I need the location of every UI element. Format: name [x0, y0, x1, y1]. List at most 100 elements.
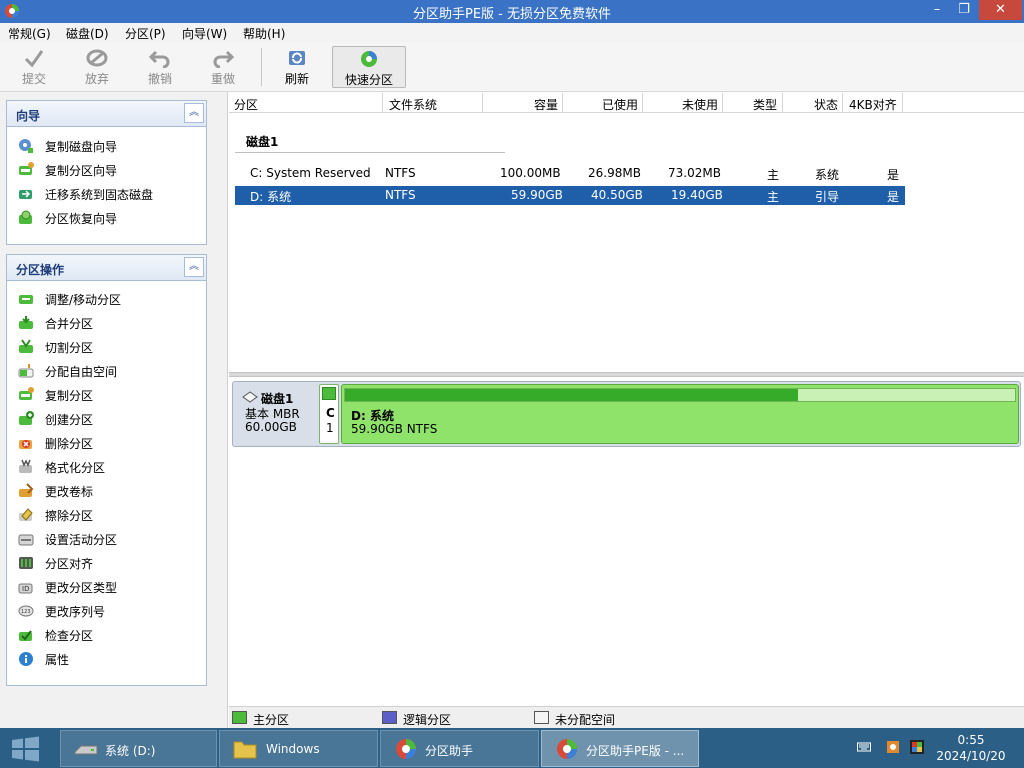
display-tray-icon[interactable]: [910, 740, 924, 754]
column-divider: [642, 93, 643, 112]
quick-partition-icon: [361, 51, 377, 67]
collapse-icon[interactable]: ︽: [184, 257, 204, 277]
minimize-button[interactable]: –: [924, 0, 950, 20]
operations-panel: 分区操作 ︽ 调整/移动分区 合并分区 切割分区 分配自由空间 复制分区 创建分…: [6, 254, 207, 686]
change-type-icon: ID: [18, 583, 33, 594]
windows-start-icon[interactable]: [10, 736, 41, 762]
task-partition-assistant[interactable]: 分区助手: [380, 730, 539, 767]
svg-text:123: 123: [21, 609, 31, 615]
migrate-os-icon: [19, 190, 32, 199]
column-type[interactable]: 类型: [753, 96, 777, 113]
column-status[interactable]: 状态: [814, 96, 838, 113]
column-header: 分区 文件系统 容量 已使用 未使用 类型 状态 4KB对齐: [229, 92, 1024, 113]
usage-bar: [322, 387, 336, 400]
partition-block-c[interactable]: C 1: [319, 384, 339, 444]
discard-button[interactable]: 放弃: [72, 46, 122, 88]
commit-button[interactable]: 提交: [9, 46, 59, 88]
merge-icon: [19, 316, 33, 329]
folder-icon: [233, 741, 257, 759]
legend-swatch: [232, 711, 247, 724]
op-check-partition[interactable]: 检查分区: [18, 625, 204, 645]
disk-group-divider: [235, 152, 505, 153]
copy-partition-icon: [19, 162, 34, 175]
op-wipe-partition[interactable]: 擦除分区: [18, 505, 204, 525]
op-create-partition[interactable]: 创建分区: [18, 409, 204, 429]
column-divider: [482, 93, 483, 112]
discard-icon: [86, 49, 108, 67]
menu-disk[interactable]: 磁盘(D): [66, 25, 109, 42]
menu-general[interactable]: 常规(G): [8, 25, 51, 42]
column-partition[interactable]: 分区: [234, 96, 258, 113]
legend-swatch: [382, 711, 397, 724]
pane-splitter[interactable]: [229, 372, 1024, 377]
usage-track: [344, 388, 1016, 402]
redo-button[interactable]: 重做: [198, 46, 248, 88]
clock[interactable]: 0:55 2024/10/20: [934, 732, 1008, 764]
op-properties[interactable]: 属性: [18, 649, 204, 669]
task-windows-folder[interactable]: Windows: [219, 730, 378, 767]
op-change-label[interactable]: 更改卷标: [18, 481, 204, 501]
partition-assistant-icon: [396, 739, 416, 759]
menu-help[interactable]: 帮助(H): [243, 25, 285, 42]
menu-partition[interactable]: 分区(P): [125, 25, 166, 42]
delete-icon: [19, 440, 32, 449]
undo-button[interactable]: 撤销: [135, 46, 185, 88]
partition-number: 1: [326, 421, 334, 435]
op-split[interactable]: 切割分区: [18, 337, 204, 357]
column-used[interactable]: 已使用: [602, 96, 638, 113]
wizard-item-migrate-os[interactable]: 迁移系统到固态磁盘: [18, 184, 204, 204]
close-button[interactable]: ✕: [979, 0, 1022, 20]
app-tray-icon[interactable]: [886, 740, 900, 754]
column-divider: [722, 93, 723, 112]
copy-disk-icon: [19, 139, 33, 153]
partition-info: 59.90GB NTFS: [351, 422, 438, 436]
menu-bar: 常规(G) 磁盘(D) 分区(P) 向导(W) 帮助(H): [0, 23, 1024, 42]
disk-group-label: 磁盘1: [246, 135, 279, 149]
task-partition-assistant-pe[interactable]: 分区助手PE版 - ...: [541, 730, 699, 767]
undo-icon: [149, 50, 170, 68]
copy-icon: [19, 387, 34, 400]
op-merge[interactable]: 合并分区: [18, 313, 204, 333]
info-icon: [19, 652, 33, 666]
wizard-item-copy-disk[interactable]: 复制磁盘向导: [18, 136, 204, 156]
column-filesystem[interactable]: 文件系统: [389, 96, 437, 113]
format-icon: [19, 459, 32, 473]
op-set-active[interactable]: 设置活动分区: [18, 529, 204, 549]
wizard-panel-title: 向导: [16, 109, 41, 123]
op-delete-partition[interactable]: 删除分区: [18, 433, 204, 453]
wizard-panel-header: 向导 ︽: [7, 101, 206, 127]
refresh-button[interactable]: 刷新: [272, 46, 322, 88]
op-change-partition-type[interactable]: ID 更改分区类型: [18, 577, 204, 597]
refresh-icon: [289, 51, 305, 65]
maximize-button[interactable]: ❐: [951, 0, 977, 20]
column-divider: [842, 93, 843, 112]
op-copy-partition[interactable]: 复制分区: [18, 385, 204, 405]
table-row[interactable]: C: System Reserved NTFS 100.00MB 26.98MB…: [235, 164, 905, 183]
wizard-item-partition-recovery[interactable]: 分区恢复向导: [18, 208, 204, 228]
taskbar: 系统 (D:) Windows 分区助手 分区助手PE版 - ... 0:55 …: [0, 728, 1024, 768]
column-4kb-aligned[interactable]: 4KB对齐: [849, 96, 897, 113]
wizard-item-copy-partition[interactable]: 复制分区向导: [18, 160, 204, 180]
partition-block-d[interactable]: D: 系统 59.90GB NTFS: [341, 384, 1019, 444]
disk-info[interactable]: 磁盘1 基本 MBR 60.00GB: [235, 384, 317, 444]
collapse-icon[interactable]: ︽: [184, 103, 204, 123]
op-change-serial[interactable]: 123 更改序列号: [18, 601, 204, 621]
op-align-partition[interactable]: 分区对齐: [18, 553, 204, 573]
op-format-partition[interactable]: 格式化分区: [18, 457, 204, 477]
op-resize-move[interactable]: 调整/移动分区: [18, 289, 204, 309]
resize-icon: [19, 295, 33, 304]
allocate-icon: [18, 364, 34, 378]
drive-icon: [74, 745, 98, 755]
keyboard-icon[interactable]: [857, 740, 871, 754]
serial-number-icon: 123: [18, 605, 34, 617]
wizard-panel: 向导 ︽ 复制磁盘向导 复制分区向导 迁移系统到固态磁盘 分区恢复向导: [6, 100, 207, 245]
table-row-selected[interactable]: D: 系统 NTFS 59.90GB 40.50GB 19.40GB 主 引导 …: [235, 186, 905, 205]
quick-partition-button[interactable]: 快速分区: [332, 46, 406, 88]
column-divider: [782, 93, 783, 112]
column-capacity[interactable]: 容量: [534, 96, 558, 113]
title-bar: 分区助手PE版 - 无损分区免费软件 – ❐ ✕: [0, 0, 1024, 23]
task-drive-d[interactable]: 系统 (D:): [60, 730, 217, 767]
menu-wizard[interactable]: 向导(W): [182, 25, 227, 42]
column-unused[interactable]: 未使用: [682, 96, 718, 113]
op-allocate-free-space[interactable]: 分配自由空间: [18, 361, 204, 381]
